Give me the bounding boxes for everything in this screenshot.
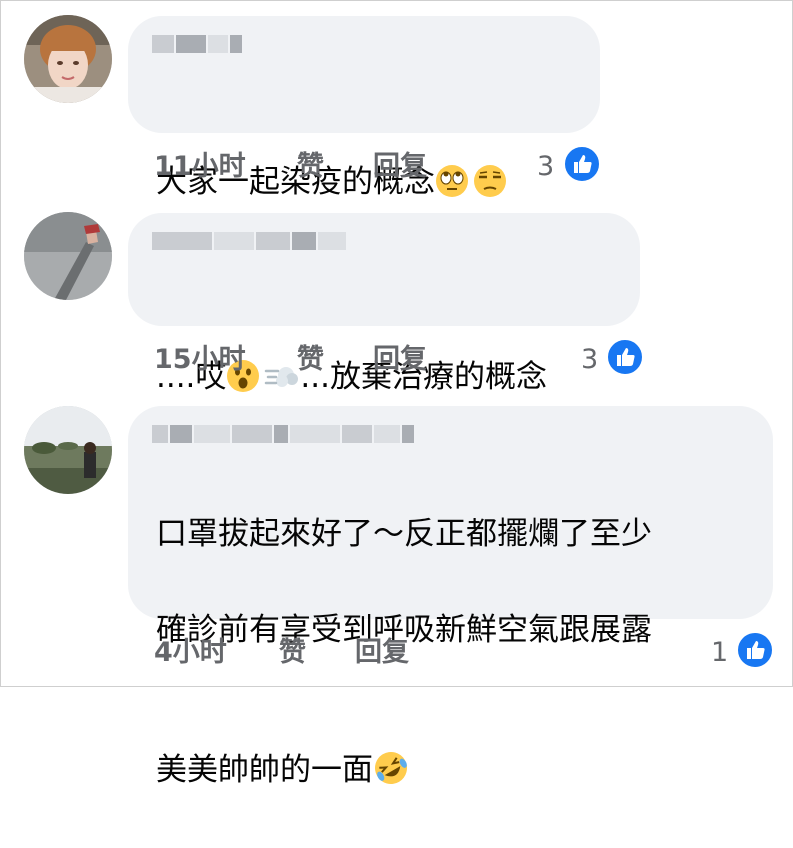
commenter-name-redacted[interactable] (152, 231, 346, 251)
reply-button[interactable]: 回复 (355, 633, 409, 673)
comment-meta: 15小时 赞 回复 3 (1, 340, 793, 380)
like-button[interactable]: 赞 (279, 633, 306, 673)
comment-text-line-3: 美美帥帥的一面 (156, 752, 373, 788)
avatar-photo-icon (24, 15, 112, 103)
comment-timestamp[interactable]: 15小时 (154, 340, 246, 380)
like-count[interactable]: 3 (537, 147, 554, 187)
comment-text-line-1: 口罩拔起來好了～反正都擺爛了至少 (156, 516, 652, 552)
like-count[interactable]: 1 (711, 633, 728, 673)
comment-timestamp[interactable]: 11小时 (154, 147, 246, 187)
comment-text-line-3-wrap: 美美帥帥的一面 (156, 702, 652, 800)
reply-button[interactable]: 回复 (373, 340, 427, 380)
thumbs-up-icon[interactable] (606, 338, 644, 376)
comment-bubble: 大家一起染疫的概念 (128, 16, 600, 200)
comment-bubble: 口罩拔起來好了～反正都擺爛了至少 確診前有享受到呼吸新鮮空氣跟展露 美美帥帥的一… (128, 406, 773, 788)
avatar-photo-icon (24, 212, 112, 300)
comment-text: 大家一起染疫的概念 (156, 74, 507, 211)
comment-text: ....哎 ...放棄治療的概念 (156, 269, 547, 406)
avatar[interactable] (24, 212, 112, 300)
avatar[interactable] (24, 406, 112, 494)
like-button[interactable]: 赞 (297, 147, 324, 187)
commenter-name-redacted[interactable] (152, 424, 414, 444)
commenter-name-redacted[interactable] (152, 34, 242, 54)
comment-meta: 4小时 赞 回复 1 (1, 633, 793, 673)
avatar[interactable] (24, 15, 112, 103)
comment-timestamp[interactable]: 4小时 (154, 633, 227, 673)
avatar-photo-icon (24, 406, 112, 494)
comment-bubble: ....哎 ...放棄治療的概念 (128, 213, 640, 395)
rolling-on-the-floor-laughing-icon (373, 702, 409, 800)
thumbs-up-icon[interactable] (736, 631, 774, 669)
like-button[interactable]: 赞 (297, 340, 324, 380)
comment-meta: 11小时 赞 回复 3 (1, 147, 793, 187)
thumbs-up-icon[interactable] (563, 145, 601, 183)
reply-button[interactable]: 回复 (373, 147, 427, 187)
like-count[interactable]: 3 (581, 340, 598, 380)
